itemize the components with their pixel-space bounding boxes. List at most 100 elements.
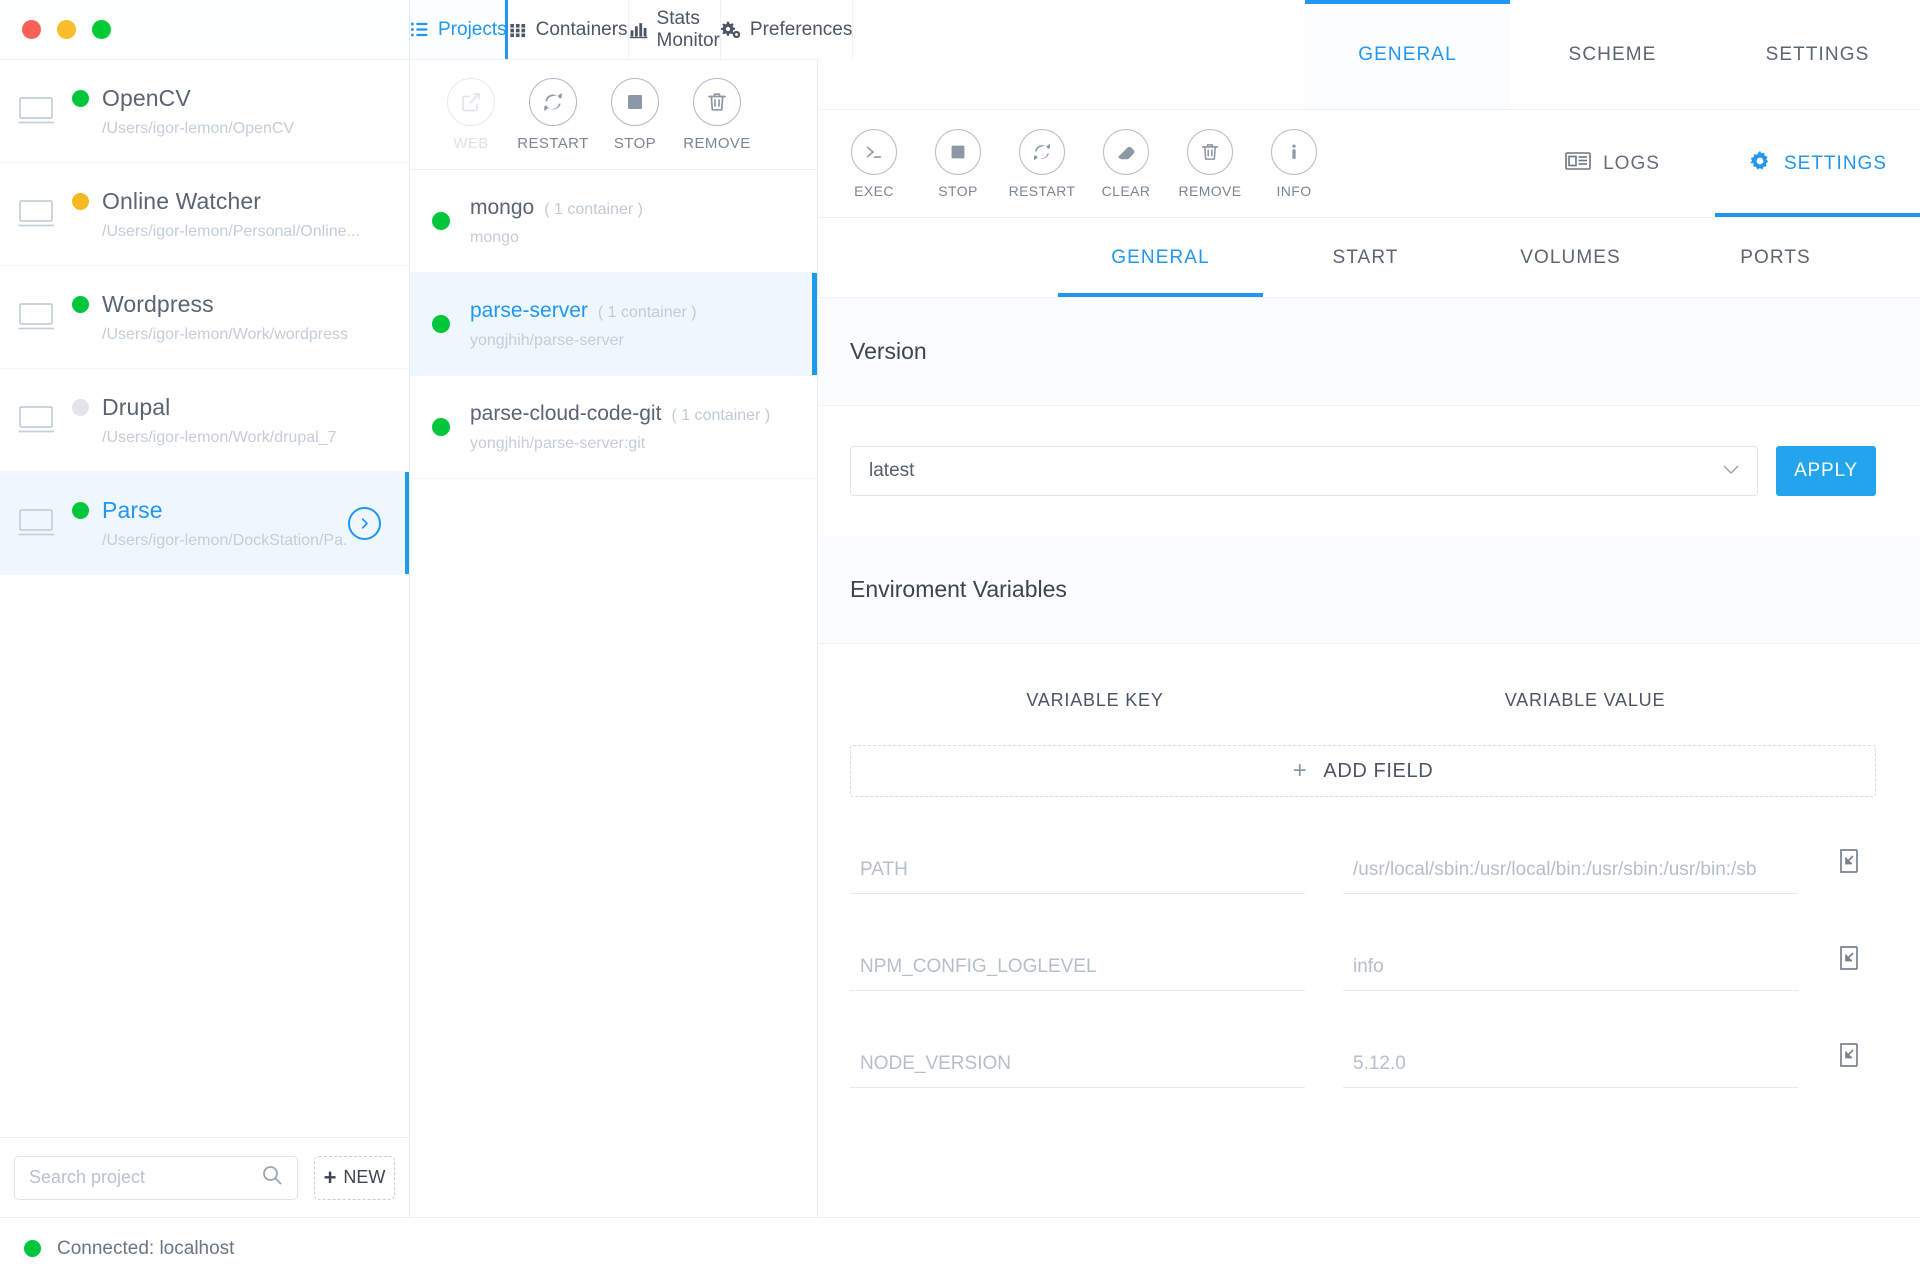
project-tab-general[interactable]: GENERAL (1305, 0, 1510, 109)
project-item-opencv[interactable]: OpenCV /Users/igor-lemon/OpenCV (0, 60, 409, 163)
project-item-wordpress[interactable]: Wordpress /Users/igor-lemon/Work/wordpre… (0, 266, 409, 369)
search-project-box[interactable] (14, 1155, 298, 1200)
env-value-input[interactable] (1343, 1053, 1798, 1088)
env-value-input[interactable] (1343, 859, 1798, 894)
containers-column: Projects Containers Stats Monitor Prefer… (410, 0, 854, 1217)
env-value-field[interactable] (1343, 956, 1798, 991)
project-status-dot (72, 295, 89, 313)
tab-projects[interactable]: Projects (410, 0, 508, 59)
container-exec-button[interactable]: EXEC (832, 128, 916, 199)
project-path: /Users/igor-lemon/Work/wordpress (102, 325, 348, 343)
env-value-input[interactable] (1343, 956, 1798, 991)
terminal-icon (851, 128, 897, 175)
project-path: /Users/igor-lemon/Personal/Online... (102, 222, 360, 240)
search-icon (261, 1164, 283, 1191)
project-name: Parse (102, 496, 163, 523)
project-stop-button[interactable]: STOP (594, 77, 676, 152)
container-status-dot (432, 315, 450, 333)
project-restart-button[interactable]: RESTART (512, 77, 594, 152)
project-item-online watcher[interactable]: Online Watcher /Users/igor-lemon/Persona… (0, 163, 409, 266)
container-title-row: parse-server ( 1 container ) (470, 299, 697, 323)
project-name: Drupal (102, 393, 171, 420)
env-variables-table: VARIABLE KEY VARIABLE VALUE + ADD FIELD (818, 644, 1920, 1088)
search-input[interactable] (29, 1167, 261, 1188)
container-tab-logs[interactable]: LOGS (1510, 110, 1715, 217)
minimize-window-button[interactable] (57, 20, 76, 39)
container-image: yongjhih/parse-server (470, 331, 624, 349)
expand-box-icon[interactable] (1836, 1041, 1866, 1074)
container-restart-button[interactable]: RESTART (1000, 128, 1084, 199)
env-key-input[interactable] (850, 1053, 1305, 1088)
version-select-value: latest (869, 460, 915, 481)
project-tab-settings[interactable]: SETTINGS (1715, 0, 1920, 109)
button-label: RESTART (517, 134, 589, 152)
container-item-mongo[interactable]: mongo ( 1 container ) mongo (410, 170, 817, 273)
tab-label: PORTS (1740, 246, 1811, 268)
env-key-field[interactable] (850, 1053, 1305, 1088)
settings-tab-volumes[interactable]: VOLUMES (1468, 218, 1673, 297)
window-titlebar (0, 0, 409, 60)
close-window-button[interactable] (22, 20, 41, 39)
env-key-input[interactable] (850, 956, 1305, 991)
project-detail-tabs: GENERAL SCHEME SETTINGS (818, 0, 1920, 110)
env-value-field[interactable] (1343, 1053, 1798, 1088)
screen-icon (18, 96, 58, 126)
tabs-spacer (818, 0, 1305, 109)
container-action-toolbar: EXEC STOP RESTART CLEAR REMOVE INFO (832, 128, 1336, 199)
project-title-row: Drupal (72, 394, 409, 421)
add-field-label: ADD FIELD (1323, 759, 1434, 782)
env-key-input[interactable] (850, 859, 1305, 894)
container-info-button[interactable]: INFO (1252, 128, 1336, 199)
container-clear-button[interactable]: CLEAR (1084, 128, 1168, 199)
tab-label: Preferences (749, 18, 853, 40)
env-table-header: VARIABLE KEY VARIABLE VALUE (850, 644, 1876, 745)
settings-tab-general[interactable]: GENERAL (1058, 218, 1263, 297)
expand-box-icon[interactable] (1836, 944, 1866, 977)
main-tabs: Projects Containers Stats Monitor Prefer… (410, 0, 854, 60)
tab-label: SETTINGS (1783, 152, 1887, 174)
tab-containers[interactable]: Containers (507, 0, 629, 59)
tab-stats monitor[interactable]: Stats Monitor (628, 0, 721, 59)
logs-settings-tabs: LOGS SETTINGS (1510, 110, 1920, 217)
tab-label: Projects (438, 18, 507, 40)
add-field-button[interactable]: + ADD FIELD (850, 745, 1876, 797)
expand-box-icon[interactable] (1836, 847, 1866, 880)
external-link-icon (447, 77, 495, 126)
apply-version-button[interactable]: APPLY (1776, 446, 1876, 496)
connection-status-label: Connected: localhost (57, 1237, 235, 1259)
env-variable-row (850, 847, 1876, 894)
new-project-button[interactable]: + NEW (314, 1155, 395, 1200)
refresh-icon (529, 77, 577, 126)
tab-preferences[interactable]: Preferences (720, 0, 854, 59)
env-key-field[interactable] (850, 956, 1305, 991)
button-label: CLEAR (1101, 182, 1151, 199)
variable-value-header: VARIABLE VALUE (1504, 690, 1666, 710)
app-window: OpenCV /Users/igor-lemon/OpenCV Online W… (0, 0, 1920, 1279)
projects-sidebar: OpenCV /Users/igor-lemon/OpenCV Online W… (0, 0, 410, 1217)
settings-content: Version latest APPLY Enviroment Variable… (818, 298, 1920, 1217)
container-title-row: mongo ( 1 container ) (470, 196, 643, 220)
project-remove-button[interactable]: REMOVE (676, 77, 758, 152)
maximize-window-button[interactable] (92, 20, 111, 39)
tab-label: START (1332, 246, 1399, 268)
version-select[interactable]: latest (850, 446, 1758, 496)
container-name: mongo (470, 195, 535, 219)
plus-icon: + (323, 1164, 337, 1190)
project-tab-scheme[interactable]: SCHEME (1510, 0, 1715, 109)
env-variable-row (850, 1041, 1876, 1088)
container-item-parse-cloud-code-git[interactable]: parse-cloud-code-git ( 1 container ) yon… (410, 376, 817, 479)
env-value-field[interactable] (1343, 859, 1798, 894)
container-item-parse-server[interactable]: parse-server ( 1 container ) yongjhih/pa… (410, 273, 817, 376)
settings-tab-ports[interactable]: PORTS (1673, 218, 1878, 297)
settings-tab-start[interactable]: START (1263, 218, 1468, 297)
env-key-field[interactable] (850, 859, 1305, 894)
container-stop-button[interactable]: STOP (916, 128, 1000, 199)
container-tab-settings[interactable]: SETTINGS (1715, 110, 1920, 217)
container-count: ( 1 container ) (544, 200, 643, 218)
button-label: REMOVE (683, 134, 751, 152)
project-item-parse[interactable]: Parse /Users/igor-lemon/DockStation/Pa..… (0, 472, 409, 575)
container-remove-button[interactable]: REMOVE (1168, 128, 1252, 199)
open-project-chevron-icon[interactable] (348, 506, 381, 540)
tab-label: Containers (535, 18, 628, 40)
project-item-drupal[interactable]: Drupal /Users/igor-lemon/Work/drupal_7 (0, 369, 409, 472)
